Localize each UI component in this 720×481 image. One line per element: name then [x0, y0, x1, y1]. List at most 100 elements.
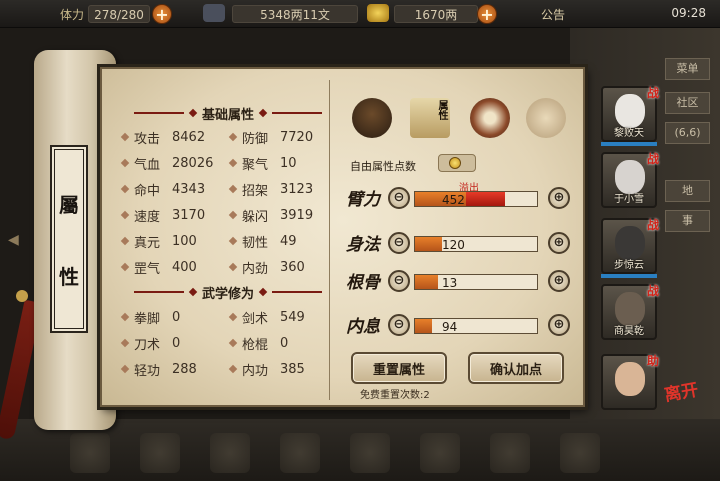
- attribute-bar-fill: [415, 275, 439, 289]
- menu-slot-6[interactable]: [420, 433, 460, 473]
- stat-speed: 速度 3170: [120, 206, 205, 225]
- confirm-points-button[interactable]: 确认加点: [468, 352, 564, 384]
- attribute-value: 452: [442, 193, 465, 207]
- decrease-button[interactable]: ⊖: [388, 232, 410, 254]
- attribute-value: 13: [442, 276, 458, 290]
- hero-face: [615, 94, 645, 128]
- clock: 09:28: [671, 6, 706, 20]
- hero-portrait[interactable]: 商昊乾 战: [601, 284, 659, 340]
- side-tab-events[interactable]: 事: [665, 210, 710, 232]
- attribute-bar-fill: [415, 237, 442, 251]
- attribute-bar: 13: [414, 274, 538, 290]
- stat-sword: 剑术 549: [228, 308, 305, 327]
- hero-portrait[interactable]: 步惊云 战: [601, 218, 659, 274]
- tab-attributes-label: 属性: [436, 100, 447, 120]
- stat-hit: 命中 4343: [120, 180, 205, 199]
- stat-true-energy: 真元 100: [120, 232, 197, 251]
- collapse-arrow-icon[interactable]: ◀: [8, 232, 19, 248]
- tab-meridian-icon[interactable]: [526, 98, 566, 138]
- tab-attributes-icon[interactable]: 属性: [410, 98, 450, 138]
- hero-portrait[interactable]: 于小雪 战: [601, 152, 659, 208]
- hero-name: 商昊乾: [614, 326, 644, 337]
- tab-equipment-icon[interactable]: [352, 98, 392, 138]
- scroll-title-char: 屬: [59, 192, 79, 217]
- basic-attributes-title: 基础属性: [202, 107, 255, 123]
- increase-button[interactable]: ⊕: [548, 232, 570, 254]
- point-coin-icon: [449, 157, 461, 169]
- stat-focus: 聚气 10: [228, 154, 297, 173]
- menu-slot-1[interactable]: [70, 433, 110, 473]
- stat-fist: 拳脚 0: [120, 308, 180, 327]
- attribute-bar-overflow: [466, 192, 506, 206]
- menu-slot-4[interactable]: [280, 433, 320, 473]
- hero-face: [615, 362, 645, 396]
- attribute-name: 根骨: [346, 273, 380, 293]
- hero-name: 于小雪: [614, 194, 644, 205]
- hero-name: 步惊云: [614, 260, 644, 271]
- side-tab-community[interactable]: 社区: [665, 92, 710, 114]
- menu-slot-2[interactable]: [140, 433, 180, 473]
- menu-slot-7[interactable]: [490, 433, 530, 473]
- silver-value: 5348两11文: [232, 5, 358, 23]
- hero-energy-bar: [601, 274, 657, 278]
- free-points-label: 自由属性点数: [350, 160, 416, 173]
- attribute-bar-fill: [415, 319, 433, 333]
- gold-value: 1670两: [394, 5, 478, 23]
- stat-dodge: 躲闪 3919: [228, 206, 313, 225]
- increase-button[interactable]: ⊕: [548, 187, 570, 209]
- add-gold-button[interactable]: +: [477, 4, 497, 24]
- hero-status-badge: 战: [646, 86, 659, 100]
- attribute-name: 臂力: [346, 190, 380, 210]
- hero-face: [615, 226, 645, 260]
- stat-spear: 枪棍 0: [228, 334, 288, 353]
- scroll-title-char: 性: [59, 264, 79, 289]
- hero-face: [615, 160, 645, 194]
- hero-portrait[interactable]: 助: [601, 354, 659, 410]
- decrease-button[interactable]: ⊖: [388, 187, 410, 209]
- increase-button[interactable]: ⊕: [548, 314, 570, 336]
- stat-parry: 招架 3123: [228, 180, 313, 199]
- hero-face: [615, 292, 645, 326]
- menu-slot-8[interactable]: [560, 433, 600, 473]
- free-points-value: [438, 154, 476, 172]
- add-stamina-button[interactable]: +: [152, 4, 172, 24]
- side-tab-map[interactable]: 地: [665, 180, 710, 202]
- gold-ingot-icon: [367, 4, 389, 22]
- panel-divider: [329, 80, 330, 400]
- increase-button[interactable]: ⊕: [548, 270, 570, 292]
- top-status-bar: 体力 278/280 + 5348两11文 1670两 + 公告 09:28: [0, 0, 720, 28]
- attribute-bar: 94: [414, 318, 538, 334]
- attribute-value: 94: [442, 320, 458, 334]
- hero-status-badge: 助: [646, 354, 659, 368]
- stamina-value: 278/280: [88, 5, 150, 23]
- stat-inner-force: 内劲 360: [228, 258, 305, 277]
- attribute-bar: 120: [414, 236, 538, 252]
- hero-portrait[interactable]: 黎败天 战: [601, 86, 659, 142]
- stat-aura: 罡气 400: [120, 258, 197, 277]
- basic-attributes-header: 基础属性: [134, 104, 323, 123]
- hero-name: 黎败天: [614, 128, 644, 139]
- stat-hp: 气血 28026: [120, 154, 213, 173]
- reset-attributes-button[interactable]: 重置属性: [351, 352, 447, 384]
- decrease-button[interactable]: ⊖: [388, 314, 410, 336]
- hero-status-badge: 战: [646, 284, 659, 298]
- notice-button[interactable]: 公告: [541, 6, 565, 23]
- attribute-bar: 452: [414, 191, 538, 207]
- stat-toughness: 韧性 49: [228, 232, 297, 251]
- free-reset-count: 免费重置次数:2: [360, 390, 430, 401]
- martial-header: 武学修为: [134, 283, 323, 302]
- stat-inner-skill: 内功 385: [228, 360, 305, 379]
- attribute-name: 内息: [346, 317, 380, 337]
- hero-energy-bar: [601, 142, 657, 146]
- hero-status-badge: 战: [646, 218, 659, 232]
- tab-bagua-icon[interactable]: [470, 98, 510, 138]
- side-tab-menu[interactable]: 菜单: [665, 58, 710, 80]
- decrease-button[interactable]: ⊖: [388, 270, 410, 292]
- stat-lightness: 轻功 288: [120, 360, 197, 379]
- hero-status-badge: 战: [646, 152, 659, 166]
- menu-slot-3[interactable]: [210, 433, 250, 473]
- attribute-name: 身法: [346, 235, 380, 255]
- menu-slot-5[interactable]: [350, 433, 390, 473]
- stat-attack: 攻击 8462: [120, 128, 205, 147]
- side-tab-coords: (6,6): [665, 122, 710, 144]
